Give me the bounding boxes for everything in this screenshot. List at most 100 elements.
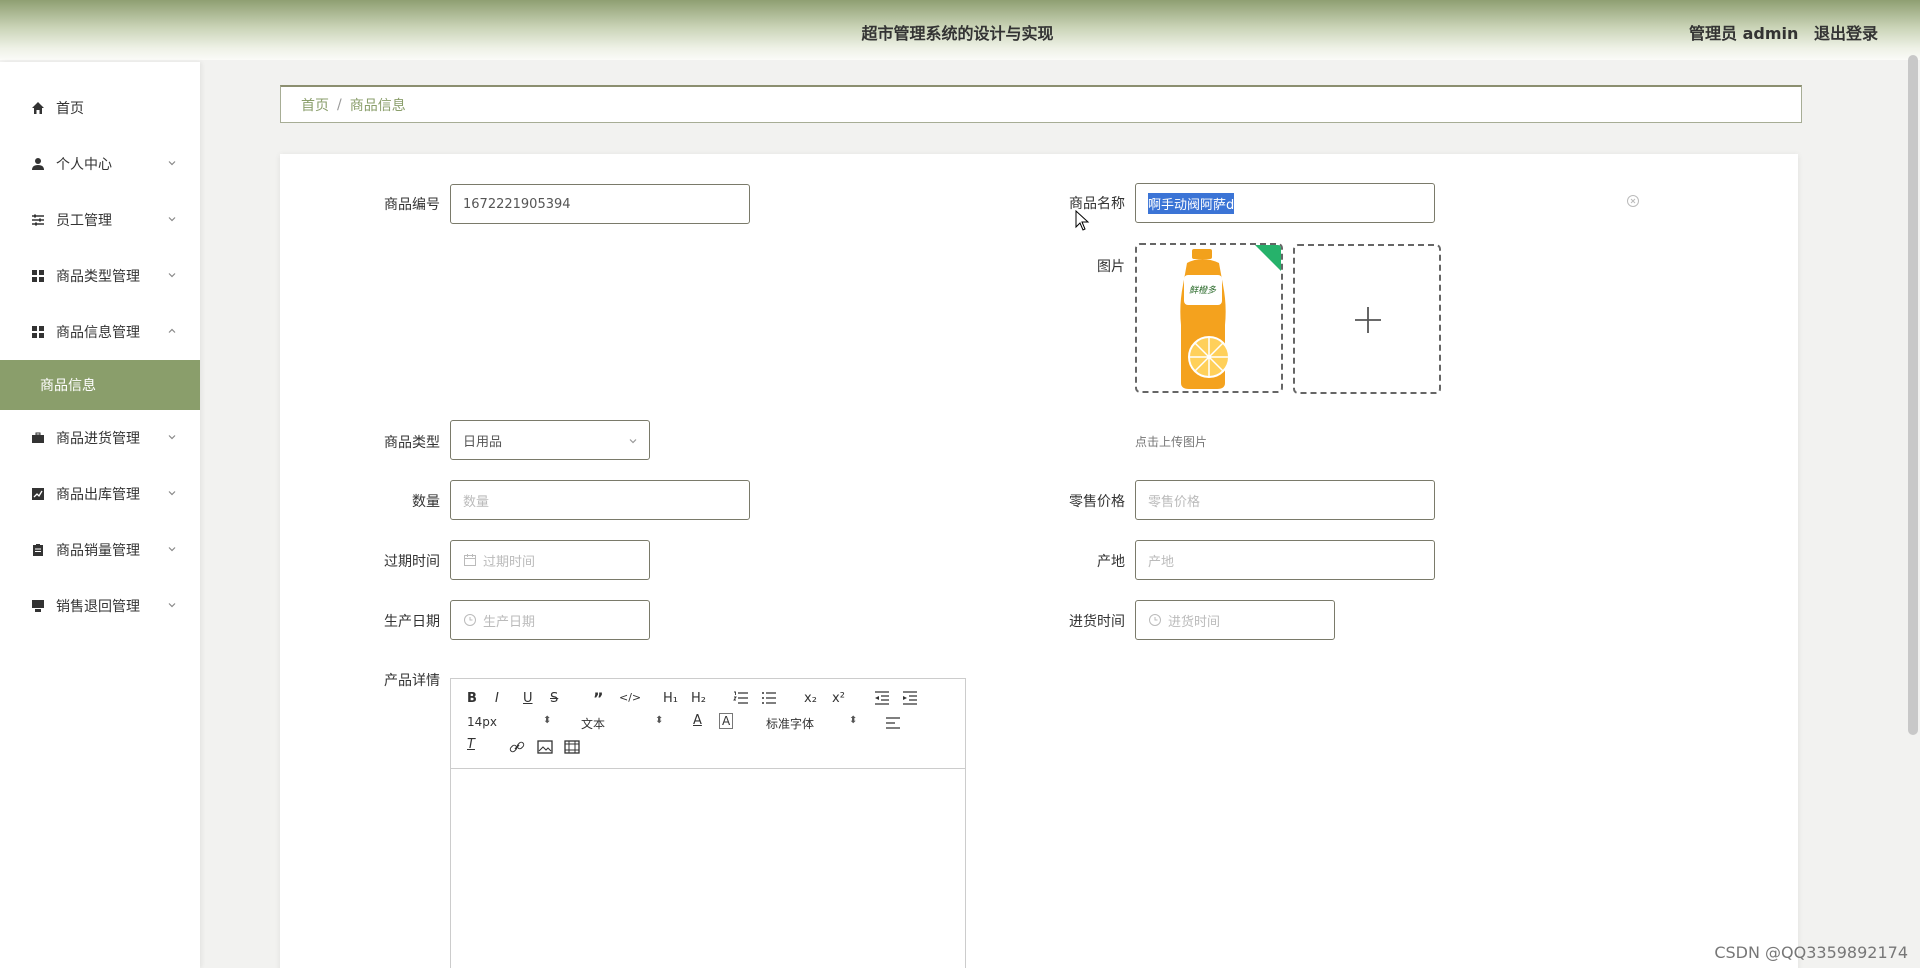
product-name-value: 啊手动阀阿萨d [1148, 192, 1235, 214]
video-icon[interactable] [564, 740, 580, 754]
sidebar-item-label: 商品销量管理 [56, 543, 140, 559]
outdent-icon[interactable] [874, 691, 890, 705]
sidebar-item-label: 首页 [56, 101, 84, 117]
text-type-select[interactable]: 文本 [581, 715, 605, 732]
up-down-icon: ⬍ [849, 715, 858, 726]
origin-label: 产地 [1097, 554, 1125, 570]
sidebar-item-outbound[interactable]: 商品出库管理 [0, 474, 200, 514]
clock-icon [464, 614, 476, 626]
chevron-down-icon [168, 435, 176, 440]
juice-bottle-image [1180, 245, 1281, 389]
chevron-down-icon [168, 491, 176, 496]
retail-price-input[interactable]: 零售价格 [1135, 480, 1435, 520]
breadcrumb-home[interactable]: 首页 [301, 95, 329, 115]
detail-label: 产品详情 [384, 673, 440, 689]
align-icon[interactable] [885, 716, 901, 730]
user-area: 管理员 admin 退出登录 [1679, 20, 1878, 44]
sidebar-item-label: 商品信息 [40, 378, 96, 394]
purchase-time-placeholder: 进货时间 [1168, 614, 1221, 630]
logout-link[interactable]: 退出登录 [1814, 24, 1878, 43]
juice-brand-text: 鲜橙多 [1189, 286, 1217, 296]
sidebar-item-returns[interactable]: 销售退回管理 [0, 586, 200, 626]
breadcrumb-current: 商品信息 [349, 97, 406, 114]
image-icon[interactable] [537, 740, 553, 754]
chevron-down-icon [168, 603, 176, 608]
sidebar-item-label: 销售退回管理 [56, 599, 140, 615]
rich-text-editor: B I U S ” </> H₁ H₂ x₂ x² 14px ⬍ 文本 ⬍ A … [450, 678, 966, 968]
expiry-date-picker[interactable]: 过期时间 [450, 540, 650, 580]
bold-icon[interactable]: B [467, 691, 477, 706]
bullet-list-icon[interactable] [761, 691, 777, 705]
breadcrumb: 首页 / 商品信息 [280, 85, 1802, 123]
chevron-up-icon [168, 328, 176, 333]
product-name-input[interactable]: 啊手动阀阿萨d [1135, 183, 1435, 223]
quantity-label: 数量 [412, 494, 440, 510]
product-code-input[interactable]: 1672221905394 [450, 184, 750, 224]
uploaded-image-card[interactable]: 鲜橙多 [1135, 243, 1283, 393]
page-scrollbar[interactable] [1908, 55, 1918, 735]
quantity-input[interactable]: 数量 [450, 480, 750, 520]
user-role: 管理员 admin [1689, 24, 1799, 43]
chart-icon [30, 486, 46, 502]
sidebar-item-label: 商品类型管理 [56, 269, 140, 285]
home-icon [30, 100, 46, 116]
briefcase-icon [30, 430, 46, 446]
chevron-down-icon [168, 161, 176, 166]
breadcrumb-separator: / [337, 96, 342, 113]
italic-icon[interactable]: I [495, 691, 499, 706]
font-color-icon[interactable]: A [693, 713, 702, 728]
production-date-placeholder: 生产日期 [483, 614, 536, 630]
sidebar-item-label: 商品信息管理 [56, 325, 140, 341]
chevron-down-icon [168, 547, 176, 552]
clear-format-icon[interactable]: T [467, 737, 475, 752]
superscript-icon[interactable]: x² [832, 691, 845, 706]
upload-add-button[interactable] [1293, 244, 1441, 394]
retail-price-label: 零售价格 [1069, 494, 1125, 510]
upload-tip: 点击上传图片 [1135, 435, 1208, 449]
sidebar-item-product-type[interactable]: 商品类型管理 [0, 256, 200, 296]
calendar-icon [464, 554, 476, 566]
production-date-label: 生产日期 [384, 614, 440, 630]
plus-icon [1355, 307, 1381, 333]
h2-icon[interactable]: H₂ [691, 691, 706, 706]
sidebar-item-personal[interactable]: 个人中心 [0, 144, 200, 184]
code-icon[interactable]: </> [619, 691, 641, 704]
clear-circle-icon[interactable] [1626, 194, 1640, 208]
clipboard-icon [30, 542, 46, 558]
sidebar-subitem-product-info[interactable]: 商品信息 [0, 360, 200, 410]
mouse-cursor-icon [1075, 210, 1090, 231]
font-size-select[interactable]: 14px [467, 715, 497, 729]
top-header: 超市管理系统的设计与实现 管理员 admin 退出登录 [0, 0, 1920, 60]
sidebar-item-product-info-mgmt[interactable]: 商品信息管理 [0, 312, 200, 352]
production-date-picker[interactable]: 生产日期 [450, 600, 650, 640]
underline-icon[interactable]: U [523, 691, 533, 706]
up-down-icon: ⬍ [543, 715, 552, 726]
subscript-icon[interactable]: x₂ [804, 691, 817, 706]
origin-input[interactable]: 产地 [1135, 540, 1435, 580]
clock-icon [1149, 614, 1161, 626]
sidebar-item-sales[interactable]: 商品销量管理 [0, 530, 200, 570]
grid-icon [30, 268, 46, 284]
product-code-label: 商品编号 [384, 197, 440, 213]
sidebar-item-staff[interactable]: 员工管理 [0, 200, 200, 240]
ordered-list-icon[interactable] [733, 691, 749, 705]
monitor-icon [30, 598, 46, 614]
h1-icon[interactable]: H₁ [663, 691, 678, 706]
person-icon [30, 156, 46, 172]
chevron-down-icon [168, 217, 176, 222]
blockquote-icon[interactable]: ” [593, 689, 604, 708]
product-type-value: 日用品 [463, 434, 503, 450]
sliders-icon [30, 212, 46, 228]
strike-icon[interactable]: S [550, 691, 558, 706]
sidebar-item-purchase[interactable]: 商品进货管理 [0, 418, 200, 458]
app-title: 超市管理系统的设计与实现 [861, 24, 1054, 43]
font-family-select[interactable]: 标准字体 [766, 715, 814, 732]
watermark: CSDN @QQ3359892174 [1714, 943, 1908, 962]
sidebar-item-home[interactable]: 首页 [0, 88, 200, 128]
indent-icon[interactable] [902, 691, 918, 705]
background-color-icon[interactable]: A [719, 713, 734, 729]
product-type-select[interactable]: 日用品 [450, 420, 650, 460]
link-icon[interactable] [509, 740, 525, 754]
purchase-time-picker[interactable]: 进货时间 [1135, 600, 1335, 640]
editor-content-area[interactable] [451, 769, 965, 968]
